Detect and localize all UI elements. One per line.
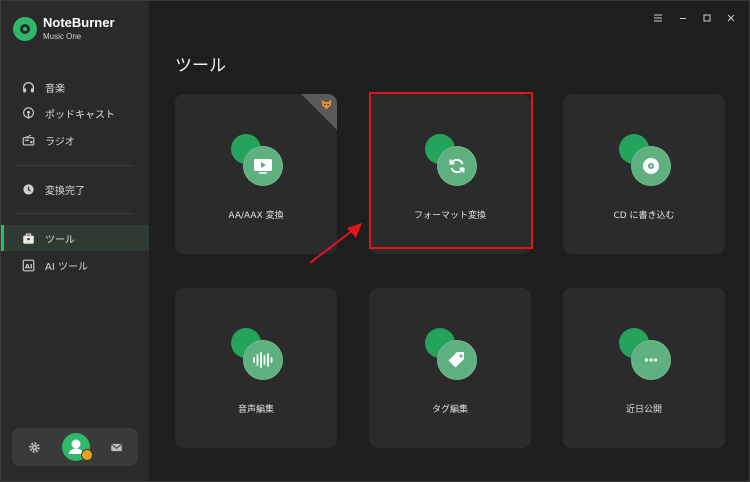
annotation-arrow-icon <box>309 223 362 264</box>
tool-card-label: 近日公開 <box>625 405 662 415</box>
svg-text:AI: AI <box>24 262 31 270</box>
headphones-icon <box>21 80 35 94</box>
radio-icon <box>21 133 35 147</box>
sidebar-item-converted[interactable]: 変換完了 <box>1 176 149 202</box>
sidebar-item-tools[interactable]: ツール <box>1 225 149 251</box>
podcast-icon <box>21 106 35 120</box>
refresh-icon <box>437 146 477 186</box>
sidebar: NoteBurner Music One 音楽 ポッドキャスト ラジオ 変換完了… <box>1 1 149 481</box>
sidebar-item-label: AI ツール <box>45 261 88 273</box>
premium-badge-icon <box>81 449 93 461</box>
sidebar-divider <box>17 213 133 214</box>
tool-card-tag-edit[interactable]: タグ編集 <box>369 288 531 448</box>
tool-card-label: 音声編集 <box>237 405 274 415</box>
tool-card-coming-soon[interactable]: 近日公開 <box>563 288 725 448</box>
sidebar-item-music[interactable]: 音楽 <box>1 74 149 100</box>
noteburner-logo-icon <box>13 17 37 41</box>
more-icon <box>631 340 671 380</box>
tag-icon <box>437 340 477 380</box>
sidebar-item-radio[interactable]: ラジオ <box>1 127 149 153</box>
app-subtitle: Music One <box>43 32 82 41</box>
disc-icon <box>631 146 671 186</box>
sidebar-bottom-bar <box>12 428 138 466</box>
sidebar-divider <box>17 165 133 166</box>
fox-badge-icon <box>321 99 332 110</box>
tool-card-label: CD に書き込む <box>613 211 675 221</box>
sidebar-item-label: ツール <box>45 234 75 246</box>
tool-card-label: タグ編集 <box>431 405 468 415</box>
page-title: ツール <box>175 56 226 76</box>
toolbox-icon <box>21 231 35 245</box>
sidebar-item-label: 音楽 <box>45 83 65 95</box>
close-icon[interactable] <box>724 11 738 25</box>
app-window: NoteBurner Music One 音楽 ポッドキャスト ラジオ 変換完了… <box>0 0 750 482</box>
sidebar-item-podcast[interactable]: ポッドキャスト <box>1 100 149 126</box>
menu-icon[interactable] <box>651 11 665 25</box>
tool-card-audio-edit[interactable]: 音声編集 <box>175 288 337 448</box>
sidebar-item-label: ラジオ <box>45 136 75 148</box>
gear-icon[interactable] <box>26 439 42 455</box>
waveform-icon <box>243 340 283 380</box>
tool-card-format-convert[interactable]: フォーマット変換 <box>369 94 531 254</box>
sidebar-item-label: 変換完了 <box>45 185 85 197</box>
tool-card-label: フォーマット変換 <box>413 211 486 221</box>
video-play-icon <box>243 146 283 186</box>
minimize-icon[interactable] <box>676 11 690 25</box>
maximize-icon[interactable] <box>700 11 714 25</box>
tool-card-burn-cd[interactable]: CD に書き込む <box>563 94 725 254</box>
clock-icon <box>21 182 35 196</box>
app-logo: NoteBurner Music One <box>13 15 115 43</box>
sidebar-item-ai-tools[interactable]: AI AI ツール <box>1 252 149 278</box>
ai-icon: AI <box>21 258 35 272</box>
app-name: NoteBurner <box>43 15 115 30</box>
sidebar-item-label: ポッドキャスト <box>45 109 115 121</box>
mail-icon[interactable] <box>108 439 124 455</box>
